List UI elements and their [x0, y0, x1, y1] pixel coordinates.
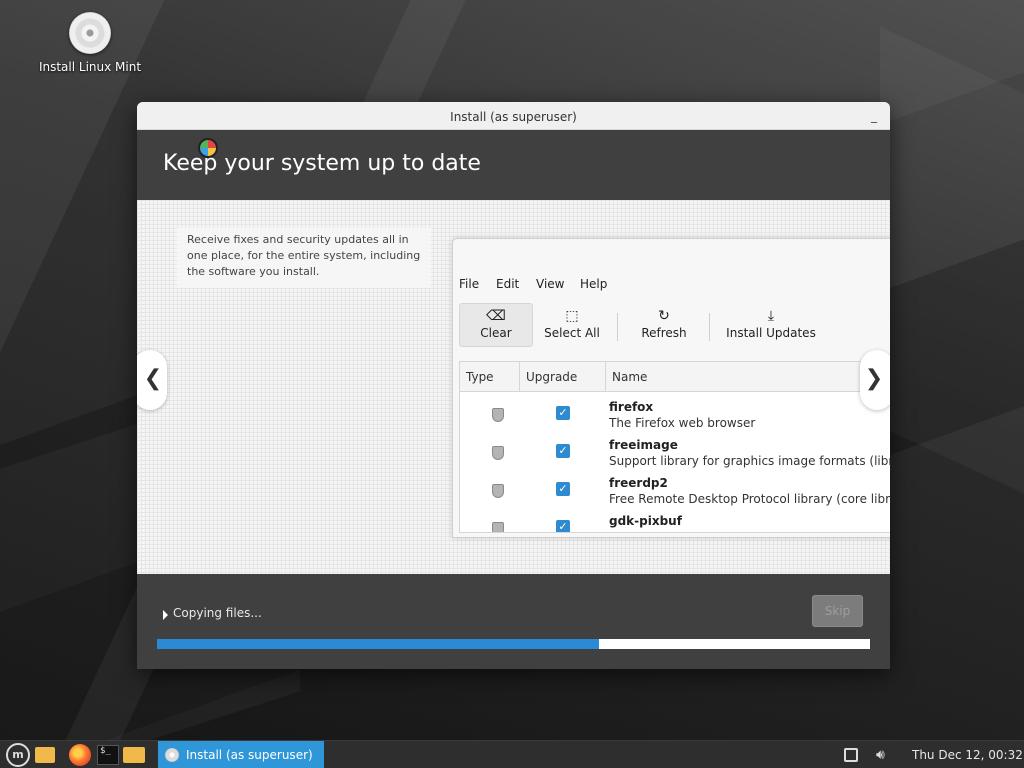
refresh-button: ↻ Refresh: [631, 303, 697, 347]
progress-panel: Copying files... Skip: [137, 574, 890, 669]
table-row: ✓ freerdp2 Free Remote Desktop Protocol …: [460, 476, 890, 514]
toolbar-separator: [709, 313, 710, 341]
terminal-shape: $_: [97, 745, 119, 765]
taskbar: m $_ Install (as superuser) 🔊︎ Thu Dec 1…: [0, 740, 1024, 768]
column-header-type: Type: [460, 362, 520, 392]
taskbar-window-label: Install (as superuser): [186, 748, 313, 762]
package-description: Support library for graphics image forma…: [609, 454, 890, 468]
upgrade-checkbox: ✓: [556, 520, 570, 532]
table-row: ✓ freeimage Support library for graphics…: [460, 438, 890, 476]
window-title: Install (as superuser): [450, 110, 577, 124]
shield-icon: [492, 522, 504, 532]
select-all-icon: ⬚: [565, 308, 579, 324]
shield-icon: [492, 484, 504, 498]
mock-menubar: File Edit View Help: [453, 273, 890, 297]
header-band: Keep your system up to date: [137, 130, 890, 200]
install-updates-button: ⤓ Install Updates: [721, 303, 821, 347]
slideshow: Receive fixes and security updates all i…: [137, 200, 890, 574]
package-name: freerdp2: [609, 476, 668, 490]
terminal-icon[interactable]: $_: [96, 743, 120, 767]
desktop-icon-label: Install Linux Mint: [38, 60, 142, 74]
mock-toolbar: ⌫ Clear ⬚ Select All ↻ Refresh ⤓ Install…: [453, 303, 890, 351]
menu-view: View: [536, 277, 565, 291]
column-header-name: Name: [606, 362, 890, 392]
slide-description: Receive fixes and security updates all i…: [177, 228, 431, 288]
toolbar-separator: [617, 313, 618, 341]
taskbar-window-install[interactable]: Install (as superuser): [158, 741, 324, 768]
clock[interactable]: Thu Dec 12, 00:32: [912, 741, 1023, 768]
refresh-label: Refresh: [641, 326, 687, 340]
firefox-shape: [69, 744, 91, 766]
background-facet: [880, 26, 1024, 494]
table-row: ✓ firefox The Firefox web browser: [460, 400, 890, 438]
slide-previous-button[interactable]: ❮: [137, 350, 167, 410]
shield-icon: [492, 446, 504, 460]
disc-icon: [69, 12, 111, 54]
slide-next-button[interactable]: ❯: [860, 350, 890, 410]
notifications-icon[interactable]: [844, 748, 858, 762]
desktop-icon-install-linux-mint[interactable]: Install Linux Mint: [32, 12, 148, 74]
folder-icon[interactable]: [122, 743, 146, 767]
table-row: ✓ gdk-pixbuf: [460, 514, 890, 532]
backspace-icon: ⌫: [486, 308, 506, 324]
download-icon: ⤓: [767, 308, 775, 324]
package-name: freeimage: [609, 438, 678, 452]
progress-bar-fill: [157, 639, 600, 649]
skip-button[interactable]: Skip: [812, 595, 863, 627]
package-name: firefox: [609, 400, 654, 414]
page-title: Keep your system up to date: [163, 151, 481, 176]
minimize-button[interactable]: _: [866, 102, 882, 130]
package-description: Free Remote Desktop Protocol library (co…: [609, 492, 890, 506]
shield-icon: [492, 408, 504, 422]
disc-icon: [165, 748, 179, 762]
files-icon[interactable]: [34, 743, 58, 767]
upgrade-checkbox: ✓: [556, 482, 570, 496]
upgrade-checkbox: ✓: [556, 406, 570, 420]
menu-icon[interactable]: m: [6, 743, 30, 767]
install-updates-label: Install Updates: [726, 326, 816, 340]
package-description: The Firefox web browser: [609, 416, 756, 430]
clear-button: ⌫ Clear: [459, 303, 533, 347]
updates-table: Type Upgrade Name ✓ firefox The Firefox …: [459, 361, 890, 533]
details-expander-icon[interactable]: [163, 610, 168, 620]
progress-bar: [157, 639, 870, 649]
menu-help: Help: [580, 277, 608, 291]
menu-file: File: [459, 277, 480, 291]
window-titlebar[interactable]: Install (as superuser) _: [137, 102, 890, 130]
volume-icon[interactable]: 🔊︎: [876, 745, 900, 765]
menu-edit: Edit: [496, 277, 520, 291]
select-all-label: Select All: [544, 326, 600, 340]
column-header-upgrade: Upgrade: [520, 362, 606, 392]
upgrade-checkbox: ✓: [556, 444, 570, 458]
folder-shape: [123, 747, 145, 763]
firefox-icon[interactable]: [68, 743, 92, 767]
installer-window: Install (as superuser) _ Keep your syste…: [137, 102, 890, 669]
package-name: gdk-pixbuf: [609, 514, 682, 528]
folder-shape: [35, 747, 55, 763]
mock-update-manager: File Edit View Help ⌫ Clear ⬚ Select All…: [452, 238, 890, 538]
clear-label: Clear: [480, 326, 512, 340]
select-all-button: ⬚ Select All: [539, 303, 605, 347]
refresh-icon: ↻: [658, 308, 670, 324]
progress-status-label: Copying files...: [173, 606, 262, 620]
